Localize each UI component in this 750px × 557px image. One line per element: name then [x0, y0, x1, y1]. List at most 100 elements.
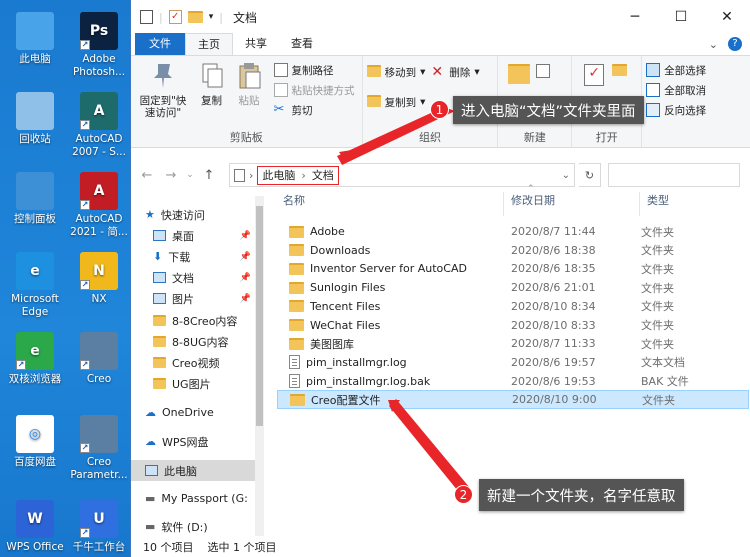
properties-button[interactable]: ✓: [584, 64, 605, 86]
nav-item-label: 文档: [172, 271, 194, 285]
open-button[interactable]: [612, 64, 628, 86]
copy-to-icon: [366, 95, 381, 109]
desktop-icon-12[interactable]: ↗ Creo Parametr...: [68, 415, 130, 482]
desktop-icon-11[interactable]: ◎ 百度网盘: [4, 415, 66, 469]
select-all-button[interactable]: 全部选择: [646, 60, 746, 80]
tab-share[interactable]: 共享: [233, 33, 279, 55]
nav-item[interactable]: 图片 📌: [131, 288, 255, 309]
address-bar[interactable]: › 此电脑 › 文档 ⌄: [229, 163, 575, 187]
new-folder-icon[interactable]: [187, 11, 203, 23]
pin-icon[interactable]: 📌: [240, 252, 251, 262]
scrollbar-thumb[interactable]: [256, 206, 263, 426]
forward-arrow-icon[interactable]: →: [161, 168, 181, 183]
table-row[interactable]: Downloads 2020/8/6 18:38 文件夹: [277, 241, 749, 260]
up-arrow-icon[interactable]: ↑: [199, 168, 219, 183]
properties-icon[interactable]: [140, 10, 153, 24]
desktop-icon-3[interactable]: 回收站: [4, 92, 66, 146]
nav-item[interactable]: 此电脑: [131, 460, 255, 481]
desktop-icon-4[interactable]: A ↗ AutoCAD 2007 - S...: [68, 92, 130, 159]
tab-file[interactable]: 文件: [135, 33, 185, 55]
cut-button[interactable]: ✂ 剪切: [274, 100, 355, 120]
desktop-icon-14[interactable]: U ↗ 千牛工作台: [68, 500, 130, 554]
item-count: 10 个项目: [143, 540, 194, 554]
refresh-button[interactable]: ↻: [579, 163, 601, 187]
download-icon: ⬇: [153, 250, 163, 263]
column-name-header[interactable]: 名称: [283, 192, 305, 216]
address-dropdown-icon[interactable]: ⌄: [562, 170, 570, 181]
table-row[interactable]: pim_installmgr.log.bak 2020/8/6 19:53 BAK …: [277, 372, 749, 391]
pin-icon[interactable]: 📌: [240, 231, 251, 241]
file-name-cell: Creo配置文件: [290, 392, 380, 408]
pin-icon[interactable]: 📌: [240, 273, 251, 283]
desktop-icon-1[interactable]: 此电脑: [4, 12, 66, 66]
desktop-icon-2[interactable]: Ps ↗ Adobe Photosh...: [68, 12, 130, 79]
pin-icon[interactable]: 📌: [240, 294, 251, 304]
nav-item[interactable]: 8-8Creo内容: [131, 310, 255, 331]
nav-item[interactable]: UG图片: [131, 373, 255, 394]
desktop-icon-6[interactable]: A ↗ AutoCAD 2021 - 简...: [68, 172, 130, 239]
help-icon[interactable]: ?: [728, 37, 742, 51]
table-row[interactable]: Tencent Files 2020/8/10 8:34 文件夹: [277, 297, 749, 316]
copy-button[interactable]: 复制: [197, 60, 227, 107]
desktop-icon-8[interactable]: N ↗ NX: [68, 252, 130, 306]
open-folder-icon: [612, 64, 628, 76]
select-none-button[interactable]: 全部取消: [646, 80, 746, 100]
new-item-button[interactable]: [536, 64, 551, 87]
nav-item[interactable]: ☁ OneDrive: [131, 402, 255, 423]
ribbon-tabs: 文件 主页 共享 查看 ⌄ ?: [131, 33, 750, 56]
table-row[interactable]: WeChat Files 2020/8/10 8:33 文件夹: [277, 316, 749, 335]
nav-item[interactable]: ▬ 软件 (D:): [131, 516, 255, 537]
table-row[interactable]: pim_installmgr.log 2020/8/6 19:57 文本文档: [277, 353, 749, 372]
nav-item[interactable]: 桌面 📌: [131, 225, 255, 246]
minimize-button[interactable]: ─: [612, 0, 658, 34]
back-arrow-icon[interactable]: ←: [137, 168, 157, 183]
breadcrumb-documents[interactable]: 文档: [312, 167, 334, 183]
copy-to-button[interactable]: 复制到 ▾: [366, 92, 425, 112]
desktop-icon-5[interactable]: 控制面板: [4, 172, 66, 226]
search-input[interactable]: [608, 163, 740, 187]
desktop-icon-9[interactable]: e ↗ 双核浏览器: [4, 332, 66, 386]
copy-path-button[interactable]: 复制路径: [273, 60, 355, 80]
nav-item[interactable]: ★ 快速访问: [131, 204, 255, 225]
nav-item[interactable]: ⬇ 下载 📌: [131, 246, 255, 267]
nav-scrollbar[interactable]: [255, 196, 264, 536]
invert-selection-button[interactable]: 反向选择: [646, 100, 746, 120]
nav-item[interactable]: 文档 📌: [131, 267, 255, 288]
nav-item[interactable]: ▬ My Passport (G:: [131, 488, 255, 509]
new-folder-button[interactable]: [508, 64, 531, 87]
nav-item[interactable]: Creo视频: [131, 352, 255, 373]
column-date-header[interactable]: 修改日期: [511, 192, 555, 216]
tab-view[interactable]: 查看: [279, 33, 325, 55]
tab-home[interactable]: 主页: [185, 33, 233, 55]
desktop-icon-7[interactable]: e Microsoft Edge: [4, 252, 66, 319]
checkmark-icon[interactable]: ✓: [168, 10, 182, 24]
paste-shortcut-button[interactable]: 粘贴快捷方式: [273, 80, 355, 100]
table-row[interactable]: Adobe 2020/8/7 11:44 文件夹: [277, 222, 749, 241]
table-row[interactable]: 美图图库 2020/8/7 11:33 文件夹: [277, 334, 749, 353]
recent-chevron-icon[interactable]: ⌄: [185, 170, 195, 180]
move-to-button[interactable]: 移动到 ▾: [366, 62, 425, 82]
table-row[interactable]: Inventor Server for AutoCAD 2020/8/6 18:3…: [277, 259, 749, 278]
file-name-cell: Downloads: [289, 244, 370, 257]
nav-item[interactable]: ☁ WPS网盘: [131, 431, 255, 452]
desktop-icon-10[interactable]: ↗ Creo: [68, 332, 130, 386]
maximize-button[interactable]: ☐: [658, 0, 704, 34]
breadcrumb-this-pc[interactable]: 此电脑: [262, 167, 295, 183]
file-type: 文件夹: [641, 225, 674, 239]
table-row[interactable]: Sunlogin Files 2020/8/6 21:01 文件夹: [277, 278, 749, 297]
nav-item-label: 快速访问: [160, 208, 205, 222]
delete-button[interactable]: ✕ 删除 ▾: [431, 62, 479, 82]
pin-quick-access-button[interactable]: 固定到"快速访问": [137, 60, 189, 119]
nav-item[interactable]: 8-8UG内容: [131, 331, 255, 352]
desktop-icon-13[interactable]: W WPS Office: [4, 500, 66, 554]
table-row[interactable]: Creo配置文件 2020/8/10 9:00 文件夹: [277, 390, 749, 410]
close-button[interactable]: ✕: [704, 0, 750, 34]
file-name: Sunlogin Files: [310, 281, 386, 295]
column-type-header[interactable]: 类型: [647, 192, 669, 216]
dropdown-icon[interactable]: ▾: [209, 12, 214, 22]
paste-button[interactable]: 粘贴: [234, 60, 264, 107]
shortcut-arrow-icon: ↗: [80, 280, 90, 290]
folder-icon: [289, 225, 304, 238]
documents-icon: [234, 168, 245, 182]
chevron-down-icon[interactable]: ⌄: [709, 38, 718, 51]
